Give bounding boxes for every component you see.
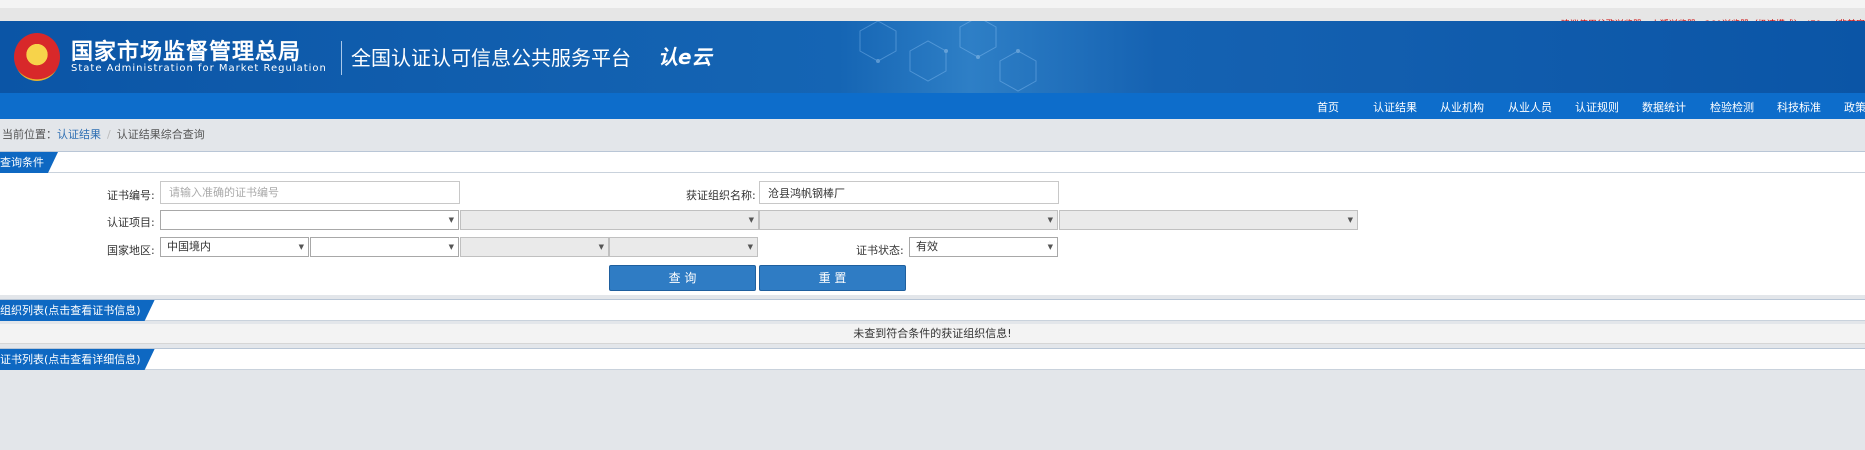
query-section-header: 查询条件 [0,151,1865,173]
nav-item-standards[interactable]: 科技标准 [1777,99,1821,115]
org-name-label: 获证组织名称: [686,189,756,202]
status-label: 证书状态: [856,244,904,257]
status-select[interactable]: 有效 ▼ [909,237,1058,257]
chevron-down-icon: ▼ [598,243,604,251]
org-list-header: 组织列表(点击查看证书信息) [0,299,1865,321]
reset-button[interactable]: 重 置 [759,265,906,291]
chevron-down-icon: ▼ [298,243,304,251]
nav-item-statistics[interactable]: 数据统计 [1642,99,1686,115]
search-button[interactable]: 查 询 [609,265,756,291]
cert-list-tab[interactable]: 证书列表(点击查看详细信息) [0,349,155,370]
nav-item-home[interactable]: 首页 [1317,99,1339,115]
no-result-message: 未查到符合条件的获证组织信息! [0,324,1865,344]
status-select-value: 有效 [916,240,938,253]
region-select-province[interactable]: ▼ [310,237,459,257]
chevron-down-icon: ▼ [748,216,754,224]
nav-item-cert-results[interactable]: 认证结果 [1373,99,1417,115]
cert-list-header: 证书列表(点击查看详细信息) [0,348,1865,370]
breadcrumb-prefix: 当前位置： [2,128,57,141]
project-select-1[interactable]: ▼ [160,210,459,230]
region-select-district: ▼ [609,237,758,257]
chevron-down-icon: ▼ [448,216,454,224]
national-emblem-icon: ★ [14,33,60,81]
region-select-city: ▼ [460,237,609,257]
nav-item-policy[interactable]: 政策 [1844,99,1865,115]
header-divider [341,41,342,75]
query-section-tab: 查询条件 [0,152,58,173]
region-select-value: 中国境内 [167,240,211,253]
breadcrumb-separator: / [107,128,111,141]
chevron-down-icon: ▼ [1347,216,1353,224]
nav-item-rules[interactable]: 认证规则 [1575,99,1619,115]
org-list-tab[interactable]: 组织列表(点击查看证书信息) [0,300,155,321]
project-select-3: ▼ [759,210,1058,230]
project-select-4: ▼ [1059,210,1358,230]
nav-item-institutions[interactable]: 从业机构 [1440,99,1484,115]
nav-item-personnel[interactable]: 从业人员 [1508,99,1552,115]
cert-no-label: 证书编号: [107,189,155,202]
brand-logo: 认e云 [658,45,712,69]
region-select-country[interactable]: 中国境内 ▼ [160,237,309,257]
org-name-input[interactable] [759,181,1059,204]
breadcrumb-current: 认证结果综合查询 [116,128,205,141]
top-strip: 建议使用谷歌浏览器、火狐浏览器、360浏览器（极速模式）、IE9+（非兼容 [0,0,1865,30]
project-label: 认证项目: [107,216,155,229]
project-select-2: ▼ [460,210,759,230]
breadcrumb: 当前位置：认证结果 / 认证结果综合查询 [2,126,205,142]
cert-no-input[interactable] [160,181,460,204]
main-nav: 首页 认证结果 从业机构 从业人员 认证规则 数据统计 检验检测 科技标准 政策 [0,93,1865,119]
chevron-down-icon: ▼ [1047,216,1053,224]
site-banner: ★ 国家市场监督管理总局 State Administration for Ma… [0,21,1865,93]
platform-title: 全国认证认可信息公共服务平台 [351,46,631,70]
nav-item-inspection[interactable]: 检验检测 [1710,99,1754,115]
chevron-down-icon: ▼ [747,243,753,251]
region-label: 国家地区: [107,244,155,257]
breadcrumb-link[interactable]: 认证结果 [57,128,101,141]
agency-title-en: State Administration for Market Regulati… [71,63,327,74]
hexagon-pattern-decoration [859,21,1037,92]
agency-title-cn: 国家市场监督管理总局 [71,40,302,65]
chevron-down-icon: ▼ [1047,243,1053,251]
chevron-down-icon: ▼ [448,243,454,251]
